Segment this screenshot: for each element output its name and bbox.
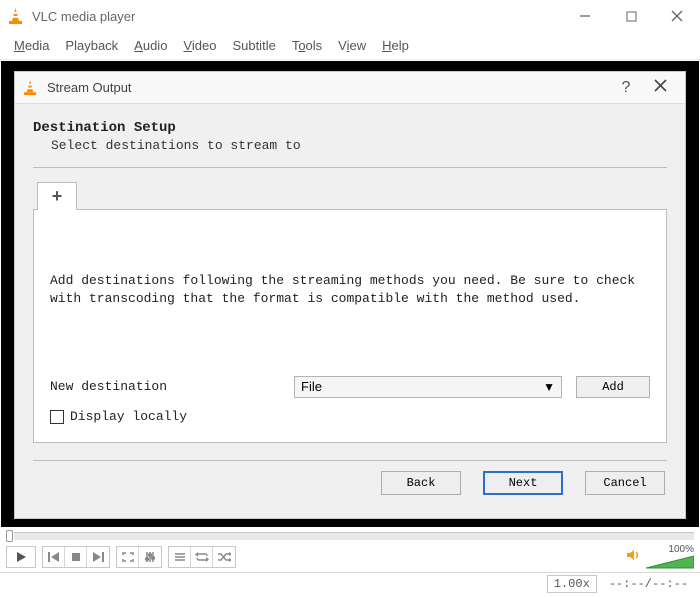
info-text: Add destinations following the streaming… bbox=[50, 272, 650, 308]
separator bbox=[33, 460, 667, 461]
add-button[interactable]: Add bbox=[576, 376, 650, 398]
menu-subtitle[interactable]: Subtitle bbox=[224, 36, 283, 55]
maximize-button[interactable] bbox=[608, 0, 654, 32]
speed-indicator[interactable]: 1.00x bbox=[547, 575, 597, 593]
menu-tools[interactable]: Tools bbox=[284, 36, 330, 55]
tab-content: Add destinations following the streaming… bbox=[33, 209, 667, 443]
close-button[interactable] bbox=[654, 0, 700, 32]
next-button[interactable]: Next bbox=[483, 471, 563, 495]
destination-selected-value: File bbox=[301, 379, 322, 394]
menu-audio[interactable]: Audio bbox=[126, 36, 175, 55]
menu-help[interactable]: Help bbox=[374, 36, 417, 55]
window-title: VLC media player bbox=[32, 9, 562, 24]
section-subtitle: Select destinations to stream to bbox=[51, 138, 667, 153]
section-title: Destination Setup bbox=[33, 120, 667, 136]
volume-percent: 100% bbox=[668, 544, 694, 555]
time-indicator: --:--/--:-- bbox=[603, 576, 694, 592]
seek-handle[interactable] bbox=[6, 530, 13, 542]
cancel-button[interactable]: Cancel bbox=[585, 471, 665, 495]
tab-add-destination[interactable]: + bbox=[37, 182, 77, 210]
menu-video[interactable]: Video bbox=[175, 36, 224, 55]
shuffle-button[interactable] bbox=[213, 547, 235, 567]
loop-button[interactable] bbox=[191, 547, 213, 567]
menu-view[interactable]: View bbox=[330, 36, 374, 55]
dialog-help-button[interactable]: ? bbox=[609, 79, 643, 97]
volume-slider[interactable] bbox=[646, 555, 694, 571]
chevron-down-icon: ▼ bbox=[543, 380, 555, 394]
back-button[interactable]: Back bbox=[381, 471, 461, 495]
separator bbox=[33, 167, 667, 168]
dialog-close-button[interactable] bbox=[643, 79, 677, 97]
display-locally-label: Display locally bbox=[70, 408, 187, 426]
dialog-title: Stream Output bbox=[47, 80, 609, 95]
plus-icon: + bbox=[52, 186, 63, 207]
new-destination-label: New destination bbox=[50, 378, 294, 396]
stop-button[interactable] bbox=[65, 547, 87, 567]
fullscreen-button[interactable] bbox=[117, 547, 139, 567]
vlc-cone-icon bbox=[8, 8, 26, 25]
extended-settings-button[interactable] bbox=[139, 547, 161, 567]
video-stage: Stream Output ? Destination Setup Select… bbox=[1, 61, 699, 527]
play-button[interactable] bbox=[7, 547, 35, 567]
previous-button[interactable] bbox=[43, 547, 65, 567]
display-locally-checkbox[interactable]: Display locally bbox=[50, 408, 650, 426]
playlist-button[interactable] bbox=[169, 547, 191, 567]
checkbox-box-icon bbox=[50, 410, 64, 424]
destination-select[interactable]: File ▼ bbox=[294, 376, 562, 398]
menubar: Media Playback Audio Video Subtitle Tool… bbox=[0, 32, 700, 60]
vlc-cone-icon bbox=[23, 80, 41, 96]
stream-output-dialog: Stream Output ? Destination Setup Select… bbox=[14, 71, 686, 519]
next-button[interactable] bbox=[87, 547, 109, 567]
menu-media[interactable]: Media bbox=[6, 36, 57, 55]
seek-bar[interactable] bbox=[14, 532, 694, 541]
minimize-button[interactable] bbox=[562, 0, 608, 32]
menu-playback[interactable]: Playback bbox=[57, 36, 126, 55]
speaker-icon[interactable] bbox=[626, 548, 642, 567]
